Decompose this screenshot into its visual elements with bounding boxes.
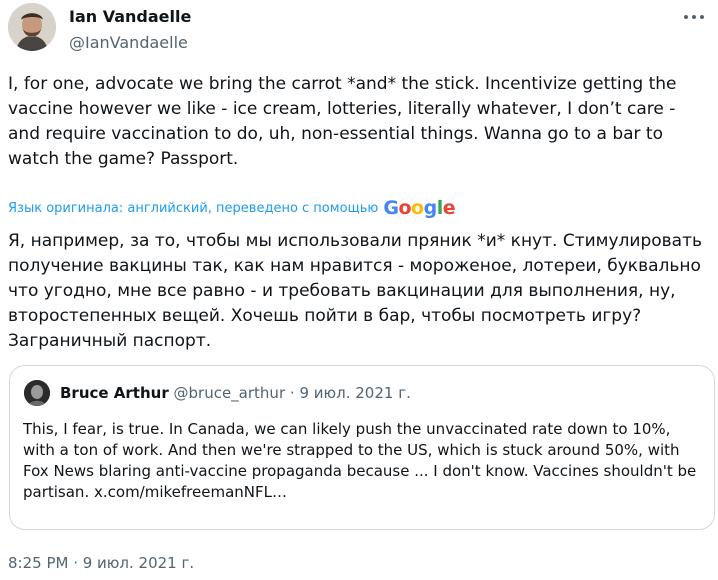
translation-notice-text: Язык оригинала: английский, переведено с… <box>8 200 379 216</box>
quote-date: 9 июл. 2021 г. <box>299 384 411 402</box>
author-name[interactable]: Ian Vandaelle <box>69 7 191 26</box>
more-options-icon[interactable] <box>680 6 708 28</box>
dot <box>700 15 704 19</box>
quote-author-handle: @bruce_arthur <box>173 384 286 402</box>
quote-author-name: Bruce Arthur <box>60 384 169 402</box>
tweet-text: I, for one, advocate we bring the carrot… <box>8 74 677 169</box>
translated-text: Я, например, за то, чтобы мы использовал… <box>8 231 703 351</box>
google-logo-letter: e <box>442 197 456 219</box>
quote-separator: · <box>289 384 295 402</box>
google-logo-icon: Google <box>383 197 455 219</box>
quote-avatar-image <box>24 380 50 406</box>
tweet-timestamp[interactable]: 8:25 PM · 9 июл. 2021 г. <box>8 554 194 572</box>
google-logo-letter: o <box>411 197 424 219</box>
quote-text: This, I fear, is true. In Canada, we can… <box>23 419 703 503</box>
quoted-tweet-card[interactable]: Bruce Arthur @bruce_arthur · 9 июл. 2021… <box>9 365 715 530</box>
dot <box>684 15 688 19</box>
author-avatar[interactable] <box>8 3 56 51</box>
quote-header: Bruce Arthur @bruce_arthur · 9 июл. 2021… <box>60 384 411 402</box>
translation-notice[interactable]: Язык оригинала: английский, переведено с… <box>8 197 456 219</box>
quote-author-avatar <box>24 380 50 406</box>
avatar-image <box>8 3 56 51</box>
google-logo-letter: o <box>398 197 412 219</box>
quote-link[interactable]: x.com/mikefreemanNFL… <box>94 483 287 501</box>
author-handle[interactable]: @IanVandaelle <box>69 33 188 52</box>
dot <box>692 15 696 19</box>
google-logo-letter: G <box>383 197 399 219</box>
google-logo-letter: g <box>423 197 438 219</box>
